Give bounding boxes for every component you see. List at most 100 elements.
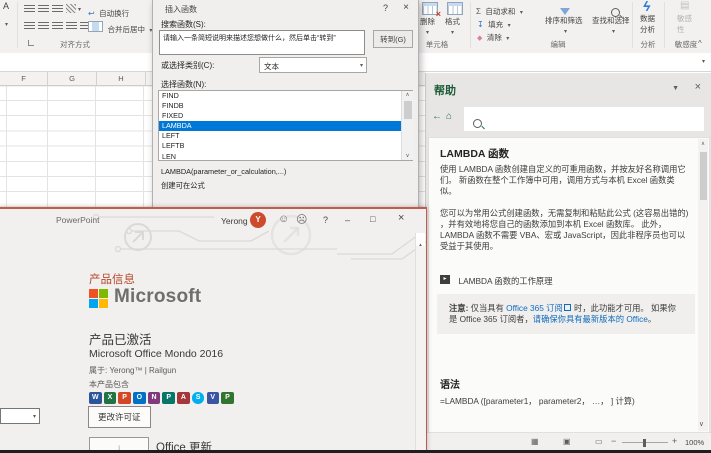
go-button[interactable]: 转到(G) (373, 30, 413, 48)
help-scrollbar-thumb[interactable] (699, 152, 707, 200)
function-list-scrollbar[interactable]: ∧ ∨ (401, 91, 413, 160)
help-article: LAMBDA 函数 使用 LAMBDA 函数创建自定义的可重用函数，并按友好名称… (428, 137, 710, 433)
function-item-fixed[interactable]: FIXED (159, 111, 412, 121)
normal-view-icon[interactable]: ▦ (531, 437, 539, 446)
excel-application-window: A ▾ ▾ ↩ 自动换行 合并后居中 ▾ 对齐方式 × 删除 ▾ 格式 ▾ 单元… (0, 0, 711, 453)
onenote-icon: N (147, 392, 161, 404)
delete-cells-icon: × (422, 2, 441, 19)
scrollbar-up-box[interactable]: ▲ (416, 233, 425, 247)
sort-filter-caret-icon[interactable]: ▾ (564, 28, 567, 35)
user-avatar[interactable]: Y (250, 212, 266, 228)
zoom-out-icon[interactable]: − (611, 436, 616, 446)
dialog-help-icon[interactable]: ? (383, 3, 388, 13)
find-select-caret-icon[interactable]: ▾ (612, 28, 615, 35)
maximize-icon[interactable]: □ (370, 214, 375, 224)
page-layout-view-icon[interactable]: ▣ (563, 437, 571, 446)
delete-label[interactable]: 删除 (420, 16, 435, 27)
help-article-title: LAMBDA 函数 (440, 148, 510, 160)
analyze-data-label-1[interactable]: 数据 (640, 13, 655, 24)
column-header-H[interactable]: H (97, 72, 146, 85)
change-license-button[interactable]: 更改许可证 (88, 406, 151, 428)
orientation-icon[interactable] (66, 4, 76, 13)
window-help-icon[interactable]: ? (323, 215, 328, 225)
function-description: 创建可在公式 (161, 181, 205, 190)
powerpoint-icon: P (118, 392, 131, 404)
office-theme-dropdown[interactable]: ▾ (0, 408, 40, 424)
format-caret-icon[interactable]: ▾ (451, 29, 454, 36)
merge-center-button[interactable]: 合并后居中 ▾ (88, 19, 152, 37)
group-divider (470, 2, 471, 48)
wrap-text-label: 自动换行 (99, 9, 130, 18)
help-search-input[interactable] (464, 107, 704, 131)
list-scroll-up-icon[interactable]: ∧ (402, 92, 413, 98)
external-link-icon (563, 304, 571, 311)
function-item-find[interactable]: FIND (159, 91, 412, 101)
decrease-indent-icon[interactable] (66, 22, 77, 30)
align-top-icon[interactable] (24, 5, 35, 13)
help-scrollbar[interactable]: ∧ (698, 139, 708, 431)
column-header-G[interactable]: G (48, 72, 97, 85)
category-label: 或选择类别(C): (161, 61, 215, 70)
sensitivity-label-1[interactable]: 敏感 (677, 13, 692, 24)
format-label[interactable]: 格式 (445, 16, 460, 27)
analyze-data-label-2[interactable]: 分析 (640, 24, 655, 35)
help-home-icon[interactable]: ⌂ (446, 111, 452, 122)
zoom-in-icon[interactable]: + (672, 436, 677, 446)
sort-filter-button[interactable]: 排序和筛选 (545, 15, 583, 26)
minimize-icon[interactable]: – (345, 215, 350, 225)
sensitivity-label-2[interactable]: 性 (677, 24, 685, 35)
clear-button[interactable]: ◆ 清除 ▾ (477, 27, 509, 45)
help-pane-close-icon[interactable]: × (695, 81, 701, 93)
office365-subscription-link[interactable]: Office 365 订阅 (506, 303, 563, 313)
font-group-icon[interactable]: A (3, 1, 9, 11)
powerpoint-scrollbar[interactable]: ▲ (415, 233, 425, 453)
function-item-leftb[interactable]: LEFTB (159, 141, 412, 151)
align-middle-icon[interactable] (38, 5, 49, 13)
scroll-up-icon[interactable]: ∧ (698, 141, 708, 147)
align-center-icon[interactable] (38, 22, 49, 30)
outlook-icon: O (133, 392, 146, 404)
user-name[interactable]: Yerong (221, 216, 248, 226)
delete-caret-icon[interactable]: ▾ (426, 29, 429, 36)
microsoft-logo-squares (89, 289, 108, 308)
orientation-caret-icon[interactable]: ▾ (78, 6, 81, 13)
help-video-link[interactable]: ▸ LAMBDA 函数的工作原理 (440, 271, 553, 289)
logo-square-2 (89, 299, 98, 308)
help-back-icon[interactable]: ← (432, 111, 442, 122)
project-icon: P (221, 392, 234, 404)
zoom-slider-thumb[interactable] (643, 439, 646, 447)
frown-feedback-icon[interactable]: ☹ (296, 213, 307, 226)
select-function-label: 选择函数(N): (161, 80, 207, 89)
microsoft-logo-text: Microsoft (114, 286, 202, 307)
wrap-text-icon: ↩ (88, 9, 95, 18)
function-list[interactable]: FIND FINDB FIXED LAMBDA LEFT LEFTB LEN (158, 90, 413, 161)
function-item-lambda[interactable]: LAMBDA (159, 121, 412, 132)
dialog-close-icon[interactable]: × (403, 2, 409, 13)
find-select-button[interactable]: 查找和选择 (592, 15, 630, 26)
function-item-findb[interactable]: FINDB (159, 101, 412, 111)
align-left-icon[interactable] (24, 22, 35, 30)
category-dropdown[interactable]: 文本 ▾ (259, 57, 367, 73)
font-caret-icon[interactable]: ▾ (5, 21, 8, 28)
formula-bar-expand-icon[interactable]: ▾ (702, 58, 705, 65)
align-right-icon[interactable] (52, 22, 63, 30)
scrollbar-up-icon: ▲ (418, 242, 423, 247)
help-note-box: 注意: 仅当具有 Office 365 订阅 时，此功能才可用。 如果你是 Of… (437, 294, 695, 334)
help-pane-menu-icon[interactable]: ▼ (672, 85, 679, 92)
latest-version-link[interactable]: 请确保你具有最新版本的 Office (533, 314, 648, 324)
function-signature: LAMBDA(parameter_or_calculation,...) (161, 167, 287, 176)
function-item-len[interactable]: LEN (159, 152, 412, 160)
function-item-left[interactable]: LEFT (159, 131, 412, 141)
smiley-feedback-icon[interactable]: ☺ (278, 213, 289, 225)
collapse-ribbon-icon[interactable]: ^ (698, 39, 702, 48)
page-break-view-icon[interactable]: ▭ (595, 437, 603, 446)
list-scroll-down-icon[interactable]: ∨ (402, 153, 413, 159)
scroll-down-icon[interactable]: ∨ (699, 420, 704, 428)
column-header-F[interactable]: F (0, 72, 48, 85)
align-bottom-icon[interactable] (52, 5, 63, 13)
window-close-icon[interactable]: × (398, 212, 404, 224)
zoom-level[interactable]: 100% (685, 438, 704, 447)
function-search-input[interactable]: 请输入一条简短说明来描述您想做什么，然后单击“转到” (159, 30, 365, 55)
list-scrollbar-thumb[interactable] (403, 101, 412, 119)
editing-group-label: 编辑 (550, 40, 566, 49)
